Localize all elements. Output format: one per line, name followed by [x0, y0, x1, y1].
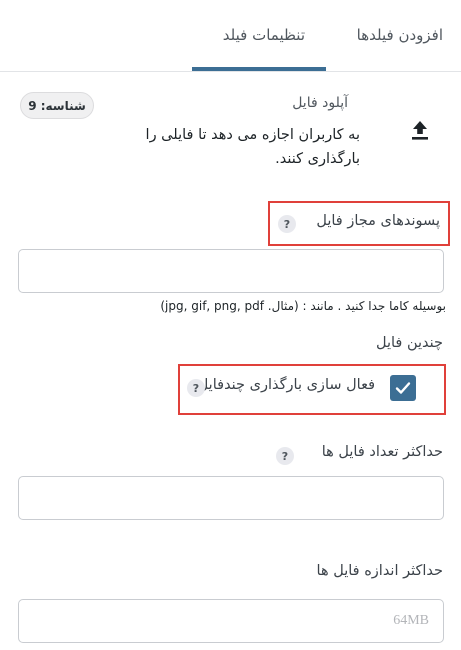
max-files-help-icon[interactable]: ? — [276, 447, 294, 465]
allowed-extensions-label: پسوندهای مجاز فایل — [316, 213, 440, 229]
tab-field-settings[interactable]: تنظیمات فیلد — [223, 26, 305, 44]
tab-add-fields[interactable]: افزودن فیلدها — [357, 26, 443, 44]
upload-icon — [409, 118, 431, 142]
field-type-title: آپلود فایل — [292, 95, 348, 111]
multiple-upload-label[interactable]: فعال سازی بارگذاری چندفایل — [198, 377, 375, 393]
max-file-size-input[interactable] — [18, 599, 444, 643]
allowed-extensions-input[interactable] — [18, 249, 444, 293]
allowed-extensions-help-icon[interactable]: ? — [278, 215, 296, 233]
checkmark-icon — [395, 382, 411, 394]
active-tab-indicator — [192, 67, 326, 71]
max-files-label: حداکثر تعداد فایل ها — [321, 444, 443, 460]
max-files-input[interactable] — [18, 476, 444, 520]
allowed-extensions-hint: بوسیله کاما جدا کنید . مانند : (مثال. jp… — [160, 299, 446, 313]
multiple-files-section-label: چندین فایل — [376, 335, 443, 351]
multiple-upload-help-icon[interactable]: ? — [187, 379, 205, 397]
max-file-size-label: حداکثر اندازه فایل ها — [316, 563, 443, 579]
field-id-badge: شناسه: 9 — [20, 92, 94, 119]
multiple-upload-checkbox[interactable] — [390, 375, 416, 401]
field-description: به کاربران اجازه می دهد تا فایلی را بارگ… — [145, 127, 360, 167]
